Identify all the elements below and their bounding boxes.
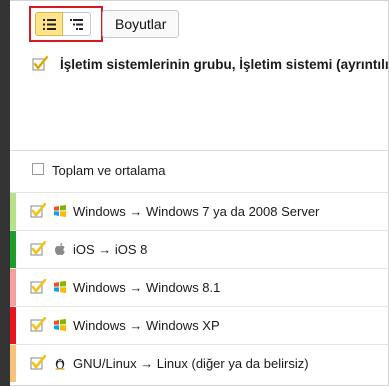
series-list: Windows → Windows 7 ya da 2008 Server iO… xyxy=(10,192,389,382)
series-color-stripe xyxy=(10,231,16,268)
dimension-group-row[interactable]: İşletim sistemlerinin grubu, İşletim sis… xyxy=(10,52,389,78)
list-item[interactable]: Windows → Windows 7 ya da 2008 Server xyxy=(10,192,389,230)
totals-label: Toplam ve ortalama xyxy=(52,163,166,178)
unchecked-checkbox[interactable] xyxy=(32,163,44,175)
hierarchical-list-button[interactable] xyxy=(63,12,91,36)
series-color-stripe xyxy=(10,345,16,382)
list-item[interactable]: GNU/Linux → Linux (diğer ya da belirsiz) xyxy=(10,344,389,382)
checked-checkbox-icon[interactable] xyxy=(30,241,46,257)
list-item[interactable]: iOS → iOS 8 xyxy=(10,230,389,268)
divider xyxy=(10,150,389,151)
windows-icon xyxy=(54,319,66,331)
totals-row[interactable]: Toplam ve ortalama xyxy=(10,156,389,184)
checked-checkbox-icon[interactable] xyxy=(30,355,46,371)
checked-checkbox-icon[interactable] xyxy=(30,317,46,333)
row-label: Windows → Windows 7 ya da 2008 Server xyxy=(73,204,320,219)
checked-checkbox-icon[interactable] xyxy=(30,203,46,219)
row-label: GNU/Linux → Linux (diğer ya da belirsiz) xyxy=(73,356,309,371)
dimension-group-label: İşletim sistemlerinin grubu, İşletim sis… xyxy=(60,57,389,72)
row-label: Windows → Windows XP xyxy=(73,318,220,333)
windows-icon xyxy=(54,281,66,293)
series-color-stripe xyxy=(10,269,16,306)
toolbar: Boyutlar xyxy=(10,0,389,46)
apple-icon xyxy=(55,243,65,255)
dimensions-button[interactable]: Boyutlar xyxy=(102,10,180,38)
linux-icon xyxy=(55,358,65,370)
windows-icon xyxy=(54,205,66,217)
left-dark-bar xyxy=(0,0,10,386)
list-item[interactable]: Windows → Windows XP xyxy=(10,306,389,344)
flat-list-button[interactable] xyxy=(35,12,63,36)
checked-checkbox-icon[interactable] xyxy=(32,56,48,72)
row-label: iOS → iOS 8 xyxy=(73,242,148,257)
list-item[interactable]: Windows → Windows 8.1 xyxy=(10,268,389,306)
hierarchical-list-icon xyxy=(70,19,83,30)
series-color-stripe xyxy=(10,193,16,230)
flat-list-icon xyxy=(43,19,56,30)
checked-checkbox-icon[interactable] xyxy=(30,279,46,295)
view-toggle-group xyxy=(29,6,103,42)
row-label: Windows → Windows 8.1 xyxy=(73,280,221,295)
series-color-stripe xyxy=(10,307,16,344)
